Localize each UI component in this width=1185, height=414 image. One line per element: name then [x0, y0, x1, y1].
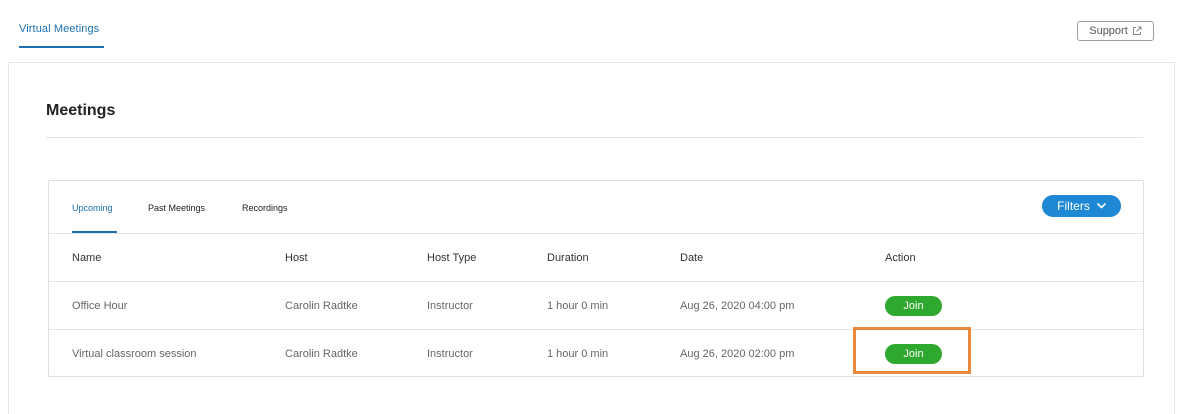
action-cell: Join — [885, 282, 942, 329]
meetings-card: Upcoming Past Meetings Recordings Filter… — [48, 180, 1144, 377]
chevron-down-icon — [1097, 203, 1106, 209]
filters-label: Filters — [1057, 199, 1090, 213]
column-header-host: Host — [285, 251, 308, 264]
column-header-duration: Duration — [547, 251, 589, 264]
meeting-host-type: Instructor — [427, 348, 473, 360]
join-button[interactable]: Join — [885, 344, 942, 364]
meeting-host-type: Instructor — [427, 299, 473, 312]
table-header: Name Host Host Type Duration Date Action — [49, 234, 1143, 282]
meeting-date: Aug 26, 2020 02:00 pm — [680, 348, 795, 360]
top-bar: Virtual Meetings Support — [0, 0, 1185, 62]
meeting-name: Office Hour — [72, 299, 128, 312]
tab-past-meetings[interactable]: Past Meetings — [148, 203, 205, 213]
column-header-action: Action — [885, 251, 916, 264]
meetings-tabs: Upcoming Past Meetings Recordings Filter… — [49, 181, 1143, 234]
external-link-icon — [1132, 26, 1142, 35]
column-header-date: Date — [680, 251, 704, 264]
tab-virtual-meetings[interactable]: Virtual Meetings — [19, 23, 99, 35]
table-row: Virtual classroom session Carolin Radtke… — [49, 330, 1143, 378]
active-tab-indicator — [72, 231, 117, 233]
support-label: Support — [1089, 25, 1128, 37]
meeting-host: Carolin Radtke — [285, 348, 358, 360]
page-title: Meetings — [46, 102, 116, 119]
tab-upcoming[interactable]: Upcoming — [72, 203, 113, 213]
meeting-host: Carolin Radtke — [285, 299, 358, 312]
divider — [46, 137, 1143, 138]
column-header-name: Name — [72, 251, 102, 264]
meeting-duration: 1 hour 0 min — [547, 348, 609, 360]
filters-button[interactable]: Filters — [1042, 195, 1121, 217]
join-button[interactable]: Join — [885, 295, 942, 316]
column-header-host-type: Host Type — [427, 251, 477, 264]
meeting-name: Virtual classroom session — [72, 348, 197, 360]
meeting-date: Aug 26, 2020 04:00 pm — [680, 299, 795, 312]
tab-recordings[interactable]: Recordings — [242, 203, 288, 213]
action-cell: Join — [885, 330, 942, 378]
support-button[interactable]: Support — [1077, 21, 1154, 41]
meeting-duration: 1 hour 0 min — [547, 299, 609, 312]
active-tab-indicator — [19, 46, 104, 48]
table-row: Office Hour Carolin Radtke Instructor 1 … — [49, 282, 1143, 330]
